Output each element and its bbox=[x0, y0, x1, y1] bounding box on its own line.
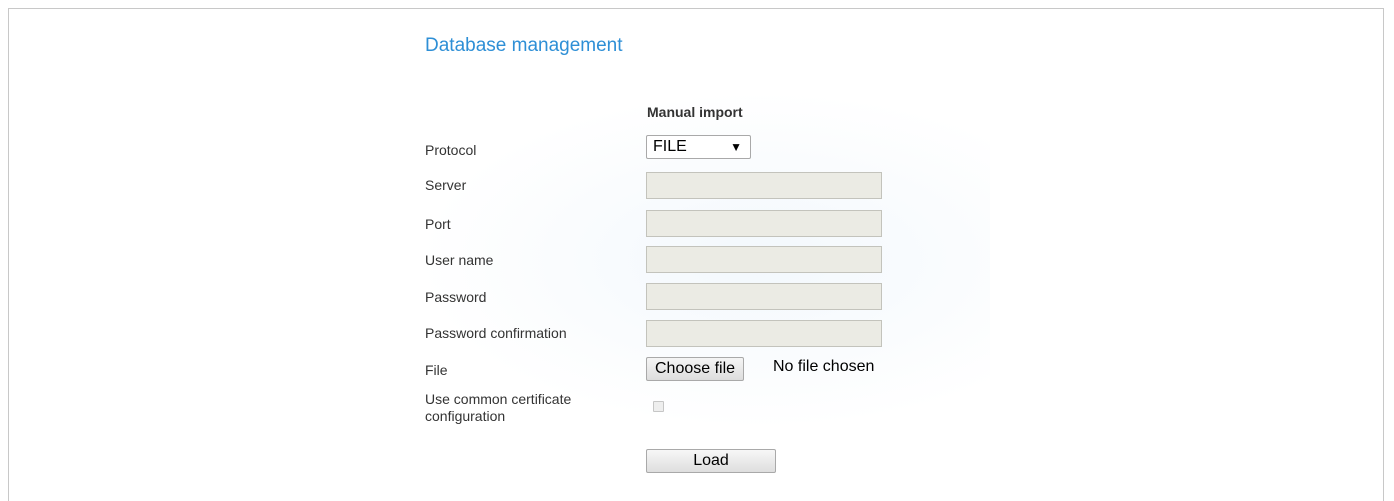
server-input[interactable] bbox=[646, 172, 882, 199]
server-label: Server bbox=[425, 177, 467, 193]
file-status-text: No file chosen bbox=[773, 358, 875, 375]
file-label: File bbox=[425, 362, 448, 378]
password-input[interactable] bbox=[646, 283, 882, 310]
password-confirmation-input[interactable] bbox=[646, 320, 882, 347]
use-common-certificate-checkbox[interactable] bbox=[653, 401, 664, 412]
dropdown-arrow-icon: ▼ bbox=[730, 140, 742, 154]
page-title: Database management bbox=[425, 35, 623, 56]
use-common-certificate-label-line2: configuration bbox=[425, 408, 506, 424]
user-name-input[interactable] bbox=[646, 246, 882, 273]
user-name-label: User name bbox=[425, 252, 494, 268]
section-heading: Manual import bbox=[647, 104, 743, 120]
use-common-certificate-label: Use common certificate configuration bbox=[425, 391, 571, 425]
load-button[interactable]: Load bbox=[646, 449, 776, 473]
port-label: Port bbox=[425, 216, 451, 232]
protocol-label: Protocol bbox=[425, 142, 477, 158]
protocol-selected-value: FILE bbox=[653, 138, 687, 155]
protocol-select[interactable]: FILE ▼ bbox=[646, 135, 751, 159]
use-common-certificate-label-line1: Use common certificate bbox=[425, 391, 572, 407]
port-input[interactable] bbox=[646, 210, 882, 237]
password-label: Password bbox=[425, 289, 487, 305]
password-confirmation-label: Password confirmation bbox=[425, 325, 567, 341]
choose-file-button[interactable]: Choose file bbox=[646, 357, 745, 381]
